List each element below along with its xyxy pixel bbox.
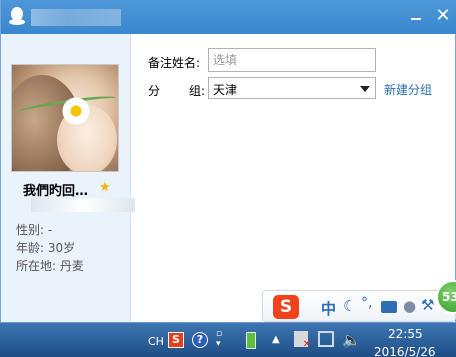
age-info: 年龄: 30岁 <box>16 241 76 255</box>
group-selected-value: 天津 <box>213 83 238 97</box>
add-friend-window: ✕ 我們旳回… ★ 性别: - 年龄: 30岁 所在地: 丹麦 备注姓名: 分 … <box>0 0 456 322</box>
help-icon[interactable]: ? <box>192 332 208 348</box>
ime-toolbar[interactable]: S 中 ☾ °, ● ⚒ <box>262 290 456 322</box>
contact-profile-panel: 我們旳回… ★ 性别: - 年龄: 30岁 所在地: 丹麦 <box>1 34 135 322</box>
keyboard-icon[interactable] <box>381 301 397 313</box>
location-info: 所在地: 丹麦 <box>16 259 84 273</box>
moon-icon[interactable]: ☾ <box>343 297 356 315</box>
battery-icon[interactable] <box>246 332 256 349</box>
show-hidden-icons[interactable]: ▲ <box>272 334 280 345</box>
star-icon[interactable]: ★ <box>99 180 111 195</box>
user-icon[interactable]: ● <box>403 297 416 315</box>
close-icon[interactable]: ✕ <box>432 5 454 27</box>
language-indicator[interactable]: CH <box>148 335 164 348</box>
ime-mode-toggle[interactable]: 中 <box>321 298 336 319</box>
remark-label: 备注姓名: <box>148 56 201 70</box>
group-select[interactable]: 天津 <box>208 77 376 99</box>
volume-icon[interactable]: 🔈 <box>342 331 361 349</box>
gender-info: 性别: - <box>16 223 53 237</box>
window-title-blurred <box>31 9 121 26</box>
dropdown-arrow-icon[interactable] <box>360 86 370 92</box>
group-label-part1: 分 <box>148 84 161 98</box>
clock-date[interactable]: 2016/5/26 <box>374 345 436 357</box>
avatar <box>11 64 119 172</box>
clock-time[interactable]: 22:55 <box>388 327 423 341</box>
group-label-part2: 组: <box>189 84 206 98</box>
title-bar[interactable]: ✕ <box>1 0 456 34</box>
new-group-link[interactable]: 新建分组 <box>384 81 432 98</box>
punctuation-toggle[interactable]: °, <box>361 295 372 311</box>
qq-logo-icon <box>9 7 25 25</box>
taskbar: CH S ? ▫▾ ▲ 🔈 22:55 2016/5/26 <box>0 322 456 357</box>
ime-options-icon[interactable]: ▫ ▾ <box>216 329 222 349</box>
flag-icon[interactable] <box>294 331 311 350</box>
remark-name-input[interactable] <box>208 48 376 72</box>
network-icon[interactable] <box>318 331 334 347</box>
sogou-icon[interactable]: S <box>273 295 299 319</box>
account-id-blurred <box>31 198 135 212</box>
minimize-icon[interactable] <box>405 5 427 27</box>
wrench-icon[interactable]: ⚒ <box>421 296 434 314</box>
sogou-tray-icon[interactable]: S <box>168 332 184 348</box>
contact-nickname: 我們旳回… <box>23 184 89 199</box>
